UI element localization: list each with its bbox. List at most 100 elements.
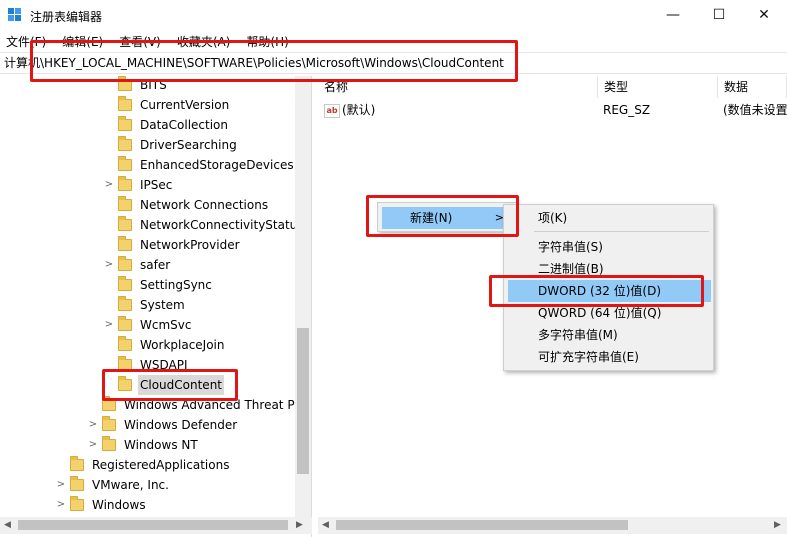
tree-vertical-scroll-thumb[interactable] xyxy=(297,328,309,474)
context-menu-new-label: 新建(N) xyxy=(410,211,453,225)
menu-view[interactable]: 查看(V) xyxy=(119,33,161,50)
folder-icon xyxy=(118,196,132,211)
folder-icon xyxy=(118,216,132,231)
menu-separator xyxy=(534,231,709,232)
folder-icon xyxy=(118,176,132,191)
submenu-item[interactable]: 项(K) xyxy=(508,207,711,229)
tree-item[interactable]: SettingSync xyxy=(104,275,214,295)
column-header-data[interactable]: 数据 xyxy=(718,76,787,98)
column-header-name[interactable]: 名称 xyxy=(318,76,598,98)
submenu-item[interactable]: QWORD (64 位)值(Q) xyxy=(508,302,711,324)
minimize-button[interactable]: — xyxy=(650,0,696,30)
tree-item-label: NetworkConnectivityStatus xyxy=(140,218,304,232)
window-title: 注册表编辑器 xyxy=(30,10,103,24)
column-header-type[interactable]: 类型 xyxy=(598,76,718,98)
tree-item-label: Windows xyxy=(92,498,146,512)
folder-icon xyxy=(118,376,132,391)
tree-item[interactable]: CurrentVersion xyxy=(104,95,231,115)
expand-chevron-icon[interactable]: > xyxy=(88,415,98,435)
values-horizontal-scroll-thumb[interactable] xyxy=(336,520,628,530)
tree-item-label: WorkplaceJoin xyxy=(140,338,225,352)
folder-icon xyxy=(70,456,84,471)
folder-icon xyxy=(118,236,132,251)
registry-tree: BITS CurrentVersion DataCollection DriverSe… xyxy=(0,76,312,537)
values-scroll-left-arrow-icon[interactable]: ◀ xyxy=(322,520,329,530)
tree-item[interactable]: > VMware, Inc. xyxy=(56,475,171,495)
tree-item[interactable]: CloudContent xyxy=(104,375,225,395)
folder-icon xyxy=(118,156,132,171)
expand-chevron-icon[interactable]: > xyxy=(104,315,114,335)
tree-item-label: Network Connections xyxy=(140,198,269,212)
tree-item[interactable]: > WcmSvc xyxy=(104,315,193,335)
tree-item-label: System xyxy=(140,298,185,312)
menu-favorites[interactable]: 收藏夹(A) xyxy=(177,33,231,50)
folder-icon xyxy=(118,276,132,291)
folder-icon xyxy=(118,256,132,271)
folder-icon xyxy=(102,436,116,451)
folder-icon xyxy=(118,296,132,311)
expand-chevron-icon[interactable]: > xyxy=(56,495,66,515)
tree-horizontal-scroll-thumb[interactable] xyxy=(18,520,288,530)
tree-item[interactable]: EnhancedStorageDevices xyxy=(104,155,296,175)
folder-icon xyxy=(118,76,132,91)
address-bar[interactable]: 计算机\HKEY_LOCAL_MACHINE\SOFTWARE\Policies… xyxy=(0,52,787,74)
tree-item[interactable]: NetworkProvider xyxy=(104,235,242,255)
value-row[interactable]: ab (默认) xyxy=(324,100,375,120)
tree-item[interactable]: Windows Advanced Threat Pr xyxy=(88,395,301,415)
tree-item-label: DriverSearching xyxy=(140,138,237,152)
tree-item[interactable]: DriverSearching xyxy=(104,135,239,155)
tree-item-label: EnhancedStorageDevices xyxy=(140,158,294,172)
expand-chevron-icon[interactable]: > xyxy=(104,255,114,275)
menu-bar: 文件(F) 编辑(E) 查看(V) 收藏夹(A) 帮助(H) xyxy=(0,30,787,52)
tree-item-label: safer xyxy=(140,258,171,272)
tree-item[interactable]: > IPSec xyxy=(104,175,174,195)
menu-help[interactable]: 帮助(H) xyxy=(246,33,288,50)
submenu-item[interactable]: 多字符串值(M) xyxy=(508,324,711,346)
submenu-item[interactable]: DWORD (32 位)值(D) xyxy=(508,280,711,302)
tree-item[interactable]: Network Connections xyxy=(104,195,270,215)
tree-item-label: Windows Defender xyxy=(124,418,238,432)
tree-item[interactable]: > safer xyxy=(104,255,172,275)
menu-edit[interactable]: 编辑(E) xyxy=(62,33,103,50)
scroll-left-arrow-icon[interactable]: ◀ xyxy=(4,520,11,530)
tree-item[interactable]: WorkplaceJoin xyxy=(104,335,227,355)
tree-item[interactable]: BITS xyxy=(104,76,169,95)
tree-item-label: Windows NT xyxy=(124,438,198,452)
tree-item[interactable]: RegisteredApplications xyxy=(56,455,231,475)
tree-item-label: Windows Advanced Threat Pr xyxy=(124,398,300,412)
submenu-item[interactable]: 二进制值(B) xyxy=(508,258,711,280)
new-submenu: 项(K) 字符串值(S) 二进制值(B) DWORD (32 位)值(D) QWORD … xyxy=(503,204,714,371)
title-bar: 注册表编辑器 — ☐ ✕ xyxy=(0,0,787,30)
context-menu-new[interactable]: 新建(N) > xyxy=(382,207,514,229)
expand-chevron-icon[interactable]: > xyxy=(56,475,66,495)
folder-icon xyxy=(118,96,132,111)
tree-item-label: BITS xyxy=(140,78,167,92)
tree-item[interactable]: NetworkConnectivityStatus xyxy=(104,215,306,235)
tree-item-label: CloudContent xyxy=(138,375,225,395)
submenu-item[interactable]: 可扩充字符串值(E) xyxy=(508,346,711,368)
expand-chevron-icon[interactable]: > xyxy=(104,175,114,195)
tree-item[interactable]: > Windows Defender xyxy=(88,415,239,435)
folder-icon xyxy=(118,356,132,371)
submenu-item[interactable]: 字符串值(S) xyxy=(508,236,711,258)
tree-item-label: DataCollection xyxy=(140,118,229,132)
tree-item-label: WSDAPI xyxy=(140,358,188,372)
folder-icon xyxy=(118,136,132,151)
close-button[interactable]: ✕ xyxy=(741,0,787,30)
folder-icon xyxy=(118,336,132,351)
folder-icon xyxy=(118,116,132,131)
maximize-button[interactable]: ☐ xyxy=(696,0,742,30)
tree-item[interactable]: > Windows NT xyxy=(88,435,200,455)
expand-chevron-icon[interactable]: > xyxy=(88,435,98,455)
tree-item-label: WcmSvc xyxy=(140,318,192,332)
folder-icon xyxy=(70,496,84,511)
tree-item[interactable]: > Windows xyxy=(56,495,148,515)
folder-icon xyxy=(118,316,132,331)
tree-item[interactable]: DataCollection xyxy=(104,115,230,135)
scroll-right-arrow-icon[interactable]: ▶ xyxy=(296,520,303,530)
values-scroll-right-arrow-icon[interactable]: ▶ xyxy=(774,520,781,530)
tree-item[interactable]: WSDAPI xyxy=(104,355,190,375)
tree-item[interactable]: System xyxy=(104,295,187,315)
tree-item-label: CurrentVersion xyxy=(140,98,230,112)
menu-file[interactable]: 文件(F) xyxy=(6,33,46,50)
